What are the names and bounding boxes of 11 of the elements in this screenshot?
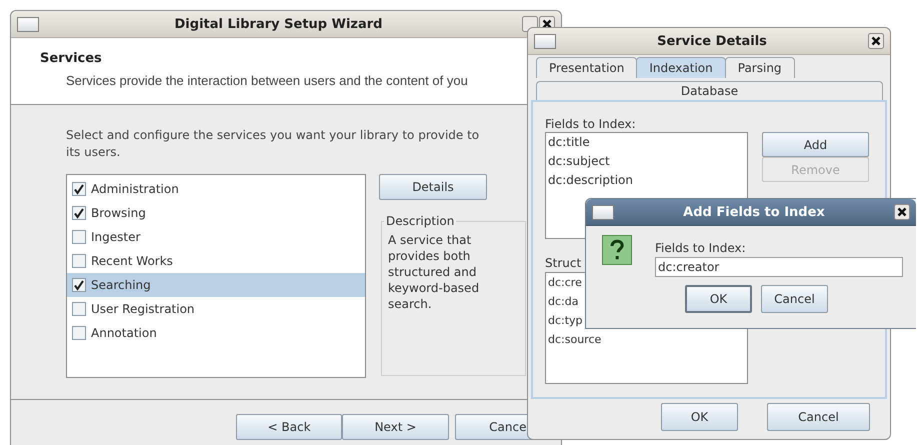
description-text: A service that provides both structured and keyword-based search. bbox=[388, 232, 480, 312]
window-title: Service Details bbox=[656, 34, 768, 48]
instruction-text: Select and configure the services you want your library to provide to its users. bbox=[66, 127, 480, 161]
list-label: Fields to Index: bbox=[545, 117, 636, 131]
field-label: Fields to Index: bbox=[655, 241, 747, 255]
section-description: Services provide the interaction between users and the content of you bbox=[66, 73, 469, 88]
section-heading: Services bbox=[40, 51, 103, 66]
group-title: Description bbox=[385, 214, 456, 228]
window-title: Digital Library Setup Wizard bbox=[174, 16, 384, 32]
window-title: Add Fields to Index bbox=[682, 204, 826, 220]
list-label: Struct bbox=[545, 256, 582, 270]
